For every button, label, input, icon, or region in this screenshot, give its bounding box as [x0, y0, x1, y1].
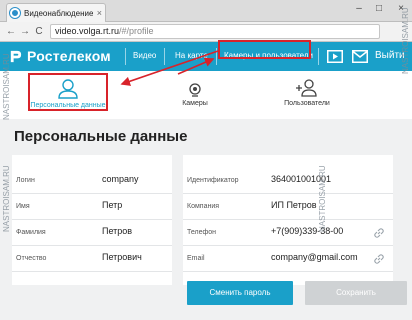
watermark-left-bottom: NASTROISAM.RU — [2, 165, 11, 232]
phone-link-icon[interactable] — [373, 227, 385, 239]
page-title: Персональные данные — [14, 128, 188, 145]
first-name-field[interactable]: Петр — [102, 200, 122, 210]
email-label: Email — [187, 255, 205, 262]
company-label: Компания — [187, 203, 220, 210]
phone-label: Телефон — [187, 229, 217, 236]
save-button[interactable]: Сохранить — [305, 281, 407, 305]
last-name-label: Фамилия — [16, 229, 46, 236]
field-row-last-name: Фамилия Петров — [12, 220, 172, 246]
field-row-email: Email company@gmail.com — [183, 246, 393, 272]
identifier-label: Идентификатор — [187, 177, 239, 184]
watermark-right-bottom: NASTROISAM.RU — [318, 165, 327, 232]
phone-field[interactable]: +7(909)339-38-00 — [271, 226, 343, 236]
watermark-right-top: NASTROISAM.RU — [401, 7, 410, 74]
watermark-left-top: NASTROISAM.RU — [2, 53, 11, 120]
field-row-middle-name: Отчество Петрович — [12, 246, 172, 272]
field-row-company: Компания ИП Петров — [183, 194, 393, 220]
field-row-identifier: Идентификатор 364001001001 — [183, 168, 393, 194]
field-row-phone: Телефон +7(909)339-38-00 — [183, 220, 393, 246]
login-value: company — [102, 174, 139, 184]
field-row-login: Логин company — [12, 168, 172, 194]
email-field[interactable]: company@gmail.com — [271, 252, 358, 262]
middle-name-label: Отчество — [16, 255, 47, 262]
personal-fields-panel: Логин company Имя Петр Фамилия Петров От… — [12, 155, 172, 285]
account-fields-panel: Идентификатор 364001001001 Компания ИП П… — [183, 155, 393, 285]
change-password-button[interactable]: Сменить пароль — [187, 281, 293, 305]
field-row-first-name: Имя Петр — [12, 194, 172, 220]
last-name-field[interactable]: Петров — [102, 226, 132, 236]
first-name-label: Имя — [16, 203, 30, 210]
login-label: Логин — [16, 177, 35, 184]
middle-name-field[interactable]: Петрович — [102, 252, 142, 262]
company-value: ИП Петров — [271, 200, 317, 210]
email-link-icon[interactable] — [373, 253, 385, 265]
